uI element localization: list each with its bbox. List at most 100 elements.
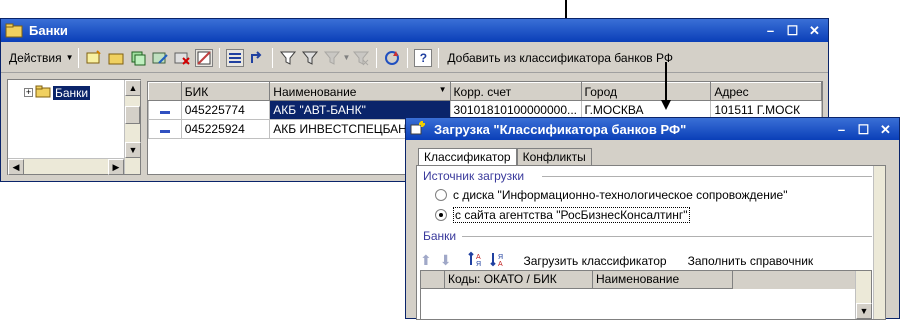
actions-menu-button[interactable]: Действия <box>5 51 66 65</box>
row-marker <box>148 119 182 139</box>
cell-bik[interactable]: 045225774 <box>180 100 271 120</box>
toolbar-separator <box>463 250 465 271</box>
load-classifier-button[interactable]: Загрузить классификатор <box>523 254 666 268</box>
grid-header-marker <box>421 271 445 289</box>
column-header-name[interactable]: Наименование ▼ <box>269 82 451 101</box>
filter-value-icon[interactable] <box>301 49 319 67</box>
fill-directory-button[interactable]: Заполнить справочник <box>688 254 814 268</box>
folder-icon <box>35 84 51 101</box>
dialog-titlebar[interactable]: Загрузка "Классификатора банков РФ" – ☐ … <box>406 118 899 140</box>
tabpage-scrollbar[interactable] <box>873 166 885 319</box>
sort-desc-icon[interactable]: ЯА <box>490 250 508 271</box>
toolbar-separator <box>218 47 220 68</box>
classifier-grid-header: Коды: ОКАТО / БИК Наименование <box>421 271 871 289</box>
banks-window-titlebar[interactable]: Банки – ☐ ✕ <box>1 19 828 42</box>
classifier-grid[interactable]: Коды: ОКАТО / БИК Наименование ▼ <box>420 270 872 320</box>
classifier-load-dialog: Загрузка "Классификатора банков РФ" – ☐ … <box>405 117 900 320</box>
filter-history-icon[interactable] <box>323 49 341 67</box>
cell-bik[interactable]: 045225924 <box>180 119 271 139</box>
scroll-down-icon[interactable]: ▼ <box>856 303 872 319</box>
refresh-icon[interactable] <box>383 49 401 67</box>
group-divider <box>542 176 872 177</box>
tree-root-label: Банки <box>53 85 91 100</box>
load-classifier-icon <box>410 120 428 138</box>
expand-icon[interactable]: + <box>24 88 33 97</box>
minimize-icon[interactable]: – <box>832 121 851 138</box>
sort-desc-icon: ▼ <box>438 84 447 94</box>
chevron-down-icon[interactable]: ▼ <box>66 53 74 62</box>
help-icon[interactable]: ? <box>414 48 433 67</box>
svg-text:А: А <box>476 254 481 261</box>
column-header-name[interactable]: Наименование <box>593 271 733 289</box>
banks-window-title: Банки <box>29 23 68 38</box>
column-header-name-label: Наименование <box>273 84 357 99</box>
toolbar-separator <box>676 250 678 271</box>
tree-view-toggle-icon[interactable] <box>194 48 213 67</box>
item-icon <box>159 111 170 114</box>
svg-text:А: А <box>498 261 503 268</box>
tab-classifier[interactable]: Классификатор <box>418 148 517 165</box>
main-toolbar: Действия ▼ ▼ ? Добавить из классификатор… <box>1 43 828 73</box>
maximize-icon[interactable]: ☐ <box>854 121 873 138</box>
move-down-icon[interactable]: ⬇ <box>440 252 452 269</box>
hierarchy-icon[interactable] <box>225 48 244 67</box>
edit-icon[interactable] <box>151 49 169 67</box>
chevron-down-icon[interactable]: ▼ <box>343 53 351 62</box>
source-option-website[interactable]: с сайта агентства "РосБизнесКонсалтинг" <box>435 207 690 223</box>
toolbar-separator <box>77 47 79 68</box>
source-option-disk-label: с диска "Информационно-технологическое с… <box>453 188 788 202</box>
row-marker <box>148 100 182 120</box>
radio-button-icon[interactable] <box>435 189 447 201</box>
add-from-classifier-button[interactable]: Добавить из классификатора банков РФ <box>443 51 677 65</box>
grid-header-marker <box>148 82 182 101</box>
banks-group-title: Банки <box>423 229 457 243</box>
item-icon <box>159 130 170 133</box>
svg-text:Я: Я <box>476 261 481 268</box>
radio-button-selected-icon[interactable] <box>435 209 447 221</box>
toolbar-separator <box>407 47 409 68</box>
groups-tree[interactable]: + Банки ▲ ▼ ◀ ▶ <box>7 79 141 175</box>
column-header-address[interactable]: Адрес <box>710 82 822 101</box>
source-group-title: Источник загрузки <box>423 169 525 183</box>
grid-header-row: БИК Наименование ▼ Корр. счет Город Адрес <box>148 82 822 101</box>
maximize-icon[interactable]: ☐ <box>783 22 802 39</box>
toolbar-separator <box>271 47 273 68</box>
column-header-city[interactable]: Город <box>580 82 712 101</box>
tab-conflicts[interactable]: Конфликты <box>516 148 592 165</box>
delete-mark-icon[interactable] <box>173 49 191 67</box>
scroll-right-icon[interactable]: ▶ <box>108 159 124 175</box>
toolbar-separator <box>376 47 378 68</box>
source-option-disk[interactable]: с диска "Информационно-технологическое с… <box>435 188 787 202</box>
scroll-down-icon[interactable]: ▼ <box>125 142 141 158</box>
move-up-icon[interactable]: ⬆ <box>420 252 432 269</box>
toolbar-separator <box>438 47 440 68</box>
copy-icon[interactable] <box>129 49 147 67</box>
level-up-icon[interactable] <box>248 49 266 67</box>
close-icon[interactable]: ✕ <box>805 22 824 39</box>
minimize-icon[interactable]: – <box>761 22 780 39</box>
classifier-grid-scrollbar[interactable]: ▼ <box>855 271 872 319</box>
tree-horizontal-scrollbar[interactable]: ◀ ▶ <box>8 158 124 175</box>
toolbar-separator <box>512 250 514 271</box>
group-divider <box>462 236 872 237</box>
annotation-arrow-corner <box>665 62 667 102</box>
column-header-corr[interactable]: Корр. счет <box>449 82 582 101</box>
scroll-left-icon[interactable]: ◀ <box>8 159 24 175</box>
folder-icon <box>5 22 23 40</box>
source-option-website-label: с сайта агентства "РосБизнесКонсалтинг" <box>453 207 690 223</box>
tree-vertical-scrollbar[interactable]: ▲ ▼ <box>124 80 141 174</box>
dialog-title: Загрузка "Классификатора банков РФ" <box>434 121 687 137</box>
filter-icon[interactable] <box>279 49 297 67</box>
banks-toolbar: ⬆ ⬇ АЯ ЯА Загрузить классификатор Заполн… <box>420 250 819 271</box>
close-icon[interactable]: ✕ <box>876 121 895 138</box>
scroll-up-icon[interactable]: ▲ <box>125 80 141 96</box>
tree-root-item[interactable]: + Банки <box>24 84 91 101</box>
column-header-bik[interactable]: БИК <box>180 82 271 101</box>
add-group-icon[interactable] <box>107 49 125 67</box>
clear-filter-icon[interactable] <box>352 49 370 67</box>
column-header-codes[interactable]: Коды: ОКАТО / БИК <box>445 271 593 289</box>
add-item-icon[interactable] <box>85 49 103 67</box>
sort-asc-icon[interactable]: АЯ <box>468 250 486 271</box>
dialog-tabs: Классификатор Конфликты <box>418 148 592 165</box>
scroll-thumb[interactable] <box>125 106 140 124</box>
